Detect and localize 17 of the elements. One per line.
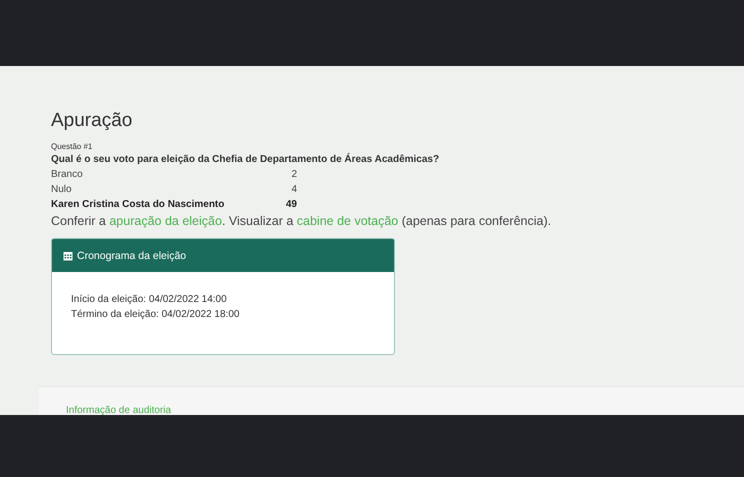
question-label: Questão #1: [51, 142, 94, 152]
vote-count: 2: [290, 168, 297, 182]
vote-count: 49: [284, 198, 297, 212]
calendar-icon: [63, 250, 73, 260]
link[interactable]: apuração da eleição: [109, 214, 222, 228]
option-name: Branco: [51, 168, 84, 182]
option-name: Karen Cristina Costa do Nascimento: [51, 198, 226, 212]
info-sentence: Conferir a apuração da eleição. Visualizar a cabine de votação (apenas para conferência).: [51, 213, 552, 230]
schedule-line: Término da eleição: 04/02/2022 18:00: [71, 308, 240, 322]
vote-count: 4: [290, 183, 297, 197]
question-text: Qual é o seu voto para eleição da Chefia de Departamento de Áreas Acadêmicas?: [51, 152, 440, 167]
link[interactable]: cabine de votação: [296, 214, 398, 228]
page-title: Apuração: [51, 110, 134, 132]
option-name: Nulo: [51, 183, 73, 197]
audit-link[interactable]: Informação de auditoria: [66, 405, 172, 415]
schedule-line: Início da eleição: 04/02/2022 14:00: [71, 293, 228, 307]
card-title: Cronograma da eleição: [77, 250, 186, 262]
